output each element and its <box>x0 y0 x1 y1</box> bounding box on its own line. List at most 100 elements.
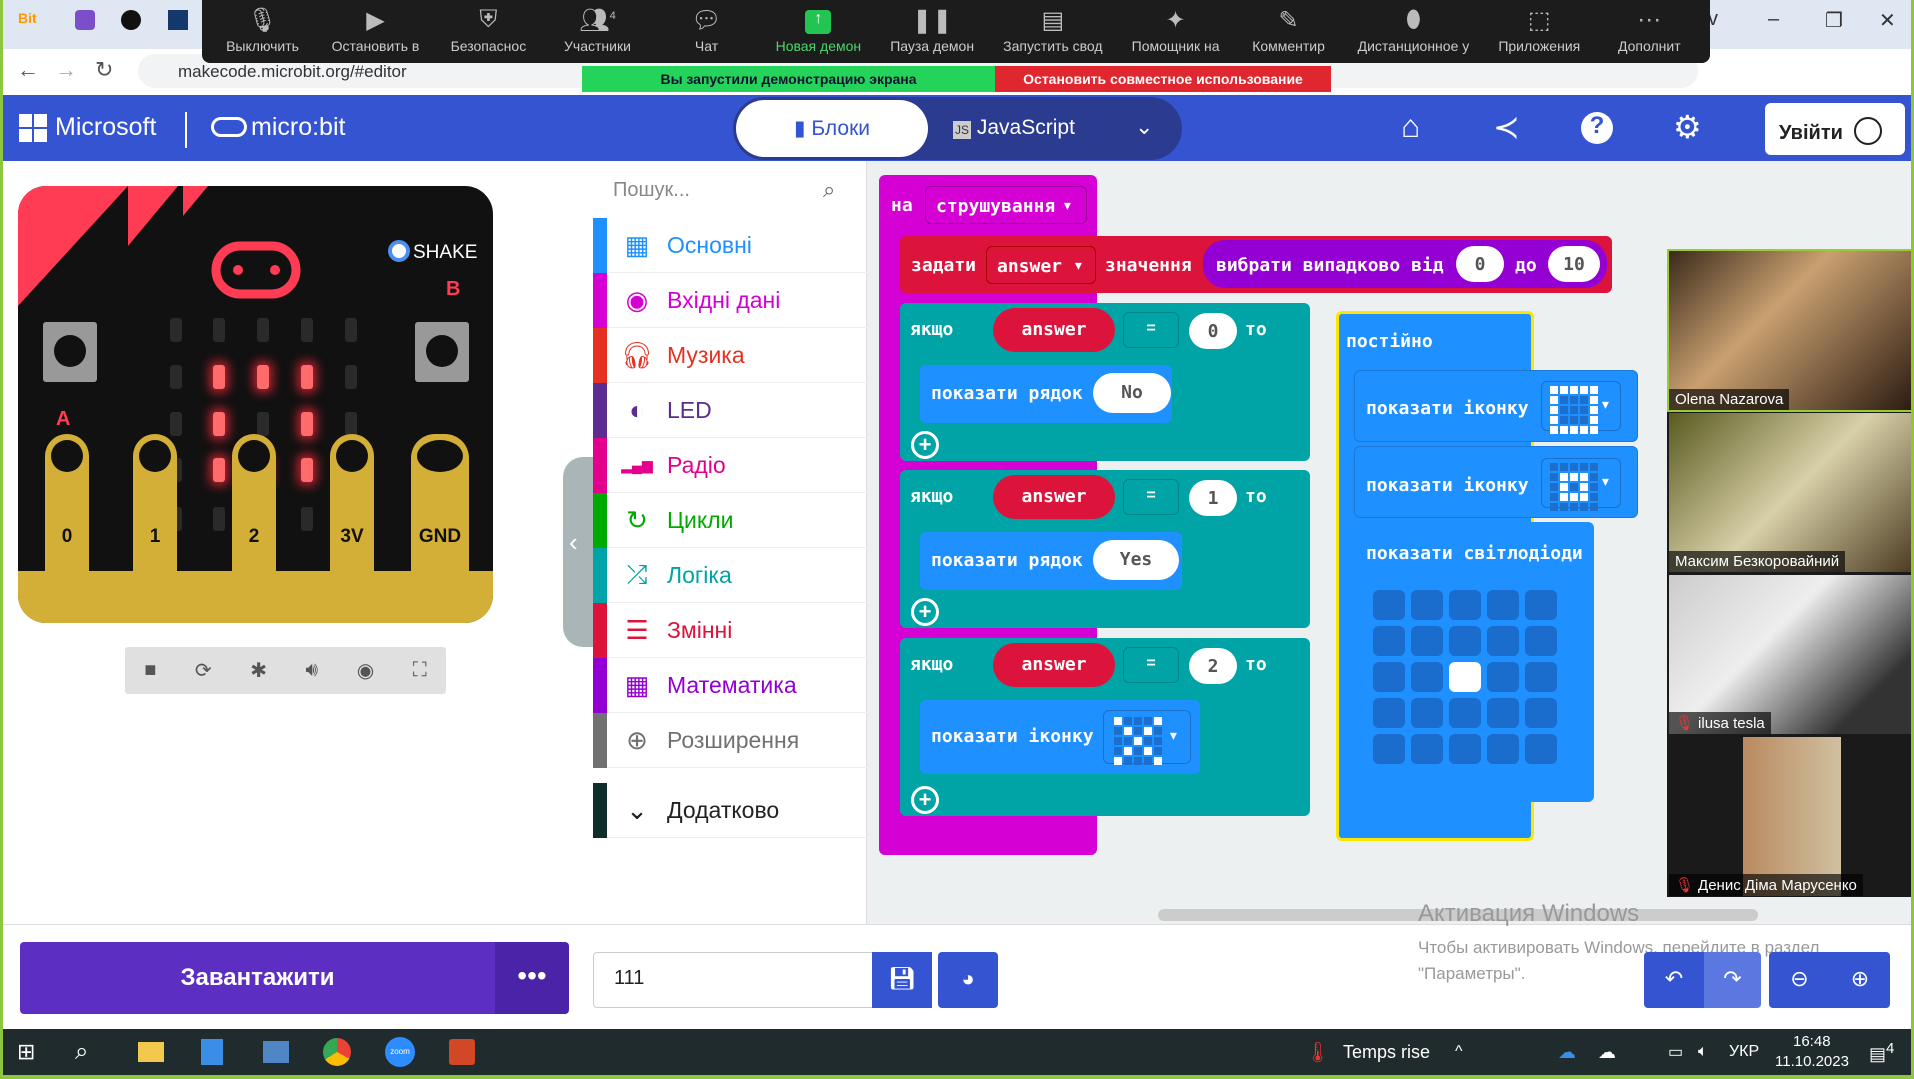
debug-bug-icon[interactable]: ✱ <box>250 658 267 683</box>
zoom-toolbar-pen-button[interactable]: ✎ Комментир <box>1249 0 1329 63</box>
toolbox-category-1[interactable]: ▦ Основні <box>593 217 867 273</box>
screenshot-camera-icon[interactable]: ◉ <box>357 658 374 683</box>
calculator-app-icon[interactable] <box>201 1039 223 1065</box>
toolbox-category-5[interactable]: ▂▄▆ Радіо <box>593 437 867 493</box>
toolbox-search-input[interactable]: Пошук... ⌕ <box>593 171 867 211</box>
string-input[interactable]: Yes <box>1093 540 1179 580</box>
zoom-toolbar-chat-button[interactable]: 💬︎ Чат <box>667 0 747 63</box>
windows-start-icon[interactable]: ⊞ <box>17 1039 35 1065</box>
zoom-toolbar-share-screen-button[interactable]: ↑ Новая демон <box>776 0 861 63</box>
zoom-toolbar-sparkle-button[interactable]: ✦ Помощник на <box>1132 0 1220 63</box>
tab-blocks[interactable]: ▮ Блоки <box>736 100 928 157</box>
zoom-toolbar-video-button[interactable]: ▶ Остановить в <box>332 0 420 63</box>
toolbox-category-11[interactable]: ⌄ Додатково <box>593 782 867 838</box>
compare-value-input[interactable]: 1 <box>1189 480 1237 516</box>
ieee-tab-icon[interactable] <box>168 10 188 30</box>
icon-dropdown[interactable]: ▾ <box>1541 381 1621 434</box>
led-toggle[interactable] <box>1449 590 1481 620</box>
notifications-icon[interactable]: ▤4 <box>1869 1040 1894 1065</box>
led-toggle[interactable] <box>1487 734 1519 764</box>
save-icon[interactable]: 💾︎ <box>872 952 932 1008</box>
button-a[interactable] <box>43 322 97 382</box>
icon-dropdown[interactable]: ▾ <box>1541 458 1621 511</box>
download-button[interactable]: Завантажити <box>20 942 495 1014</box>
led-toggle[interactable] <box>1525 590 1557 620</box>
chrome-icon[interactable] <box>323 1038 351 1066</box>
help-icon[interactable]: ? <box>1581 112 1613 144</box>
led-toggle[interactable] <box>1525 626 1557 656</box>
variable-reporter[interactable]: answer <box>993 643 1115 687</box>
language-indicator[interactable]: УКР <box>1729 1043 1759 1061</box>
clock-time[interactable]: 16:48 <box>1793 1033 1831 1050</box>
file-explorer-icon[interactable] <box>138 1042 164 1062</box>
powerpoint-icon[interactable] <box>449 1039 475 1065</box>
add-else-icon[interactable]: + <box>911 786 939 814</box>
share-icon[interactable]: ≺ <box>1493 108 1520 146</box>
add-else-icon[interactable]: + <box>911 431 939 459</box>
back-icon[interactable]: ← <box>17 57 39 83</box>
led-toggle[interactable] <box>1525 698 1557 728</box>
zoom-toolbar-summary-button[interactable]: ▤ Запустить свод <box>1003 0 1102 63</box>
zoom-toolbar-mouse-button[interactable]: ⬮ Дистанционное у <box>1358 0 1470 63</box>
github-icon[interactable]: ◕ <box>938 952 998 1008</box>
download-more-button[interactable]: ••• <box>495 942 569 1014</box>
led-toggle[interactable] <box>1411 590 1443 620</box>
pin-3V[interactable]: 3V <box>330 434 374 574</box>
led-toggle[interactable] <box>1411 734 1443 764</box>
toolbox-category-2[interactable]: ◉ Вхідні дані <box>593 272 867 328</box>
gear-icon[interactable]: ⚙ <box>1673 108 1702 146</box>
pin-GND[interactable]: GND <box>411 434 469 574</box>
add-else-icon[interactable]: + <box>911 598 939 626</box>
fullscreen-icon[interactable]: ⛶ <box>413 659 427 682</box>
stop-share-button[interactable]: Остановить совместное использование <box>995 66 1331 92</box>
close-button[interactable]: ✕ <box>1879 8 1896 33</box>
bitkit-tab-icon[interactable]: Bit <box>18 10 37 26</box>
cloud-icon[interactable]: ☁ <box>1598 1042 1616 1063</box>
string-input[interactable]: No <box>1093 373 1171 413</box>
led-toggle[interactable] <box>1487 626 1519 656</box>
onedrive-icon[interactable]: ☁ <box>1558 1042 1576 1063</box>
zoom-toolbar-pause-button[interactable]: ❚❚ Пауза демон <box>890 0 974 63</box>
pin-1[interactable]: 1 <box>133 434 177 574</box>
button-b[interactable] <box>415 322 469 382</box>
led-toggle[interactable] <box>1449 734 1481 764</box>
icon-dropdown[interactable]: ▾ <box>1103 710 1191 765</box>
toolbox-category-8[interactable]: ☰ Змінні <box>593 602 867 658</box>
undo-icon[interactable]: ↶ <box>1644 952 1704 1008</box>
led-toggle[interactable] <box>1449 626 1481 656</box>
toolbox-category-7[interactable]: ⤮ Логіка <box>593 547 867 603</box>
variable-reporter[interactable]: answer <box>993 308 1115 352</box>
led-toggle[interactable] <box>1373 698 1405 728</box>
tab-javascript[interactable]: JS JavaScript <box>953 116 1075 140</box>
led-toggle[interactable] <box>1411 662 1443 692</box>
weather-text[interactable]: Temps rise <box>1343 1042 1430 1063</box>
variable-dropdown[interactable]: answer ▾ <box>986 246 1096 284</box>
pin-0[interactable]: 0 <box>45 434 89 574</box>
led-toggle[interactable] <box>1449 662 1481 692</box>
compare-value-input[interactable]: 0 <box>1189 313 1237 349</box>
event-dropdown[interactable]: струшування ▾ <box>925 186 1087 224</box>
notion-tab-icon[interactable] <box>121 10 141 30</box>
operator-dropdown[interactable]: = <box>1123 312 1179 348</box>
toolbox-category-10[interactable]: ⊕ Розширення <box>593 712 867 768</box>
volume-icon[interactable]: 🔈︎ <box>1698 1043 1708 1061</box>
stop-icon[interactable]: ■ <box>144 659 156 682</box>
pin-2[interactable]: 2 <box>232 434 276 574</box>
participant-video-tile[interactable]: Максим Безкоровайний <box>1669 413 1911 572</box>
toolbox-category-9[interactable]: ▦ Математика <box>593 657 867 713</box>
clock-date[interactable]: 11.10.2023 <box>1775 1053 1849 1070</box>
led-toggle[interactable] <box>1487 590 1519 620</box>
network-icon[interactable]: ▭ <box>1668 1042 1683 1062</box>
microsoft-logo[interactable]: Microsoft <box>19 113 156 142</box>
project-name-input[interactable]: 111 <box>593 952 873 1008</box>
zoom-app-icon[interactable]: zoom <box>385 1037 415 1067</box>
led-toggle[interactable] <box>1411 698 1443 728</box>
toolbox-category-4[interactable]: ◐ LED <box>593 382 867 438</box>
mute-icon[interactable]: 🔊︎ <box>306 659 319 682</box>
restart-icon[interactable]: ⟳ <box>195 658 212 683</box>
led-toggle[interactable] <box>1373 662 1405 692</box>
forward-icon[interactable]: → <box>55 57 77 83</box>
participant-video-tile[interactable]: 🎙︎ ilusa tesla <box>1669 575 1911 734</box>
random-from-input[interactable]: 0 <box>1456 246 1504 282</box>
operator-dropdown[interactable]: = <box>1123 647 1179 683</box>
